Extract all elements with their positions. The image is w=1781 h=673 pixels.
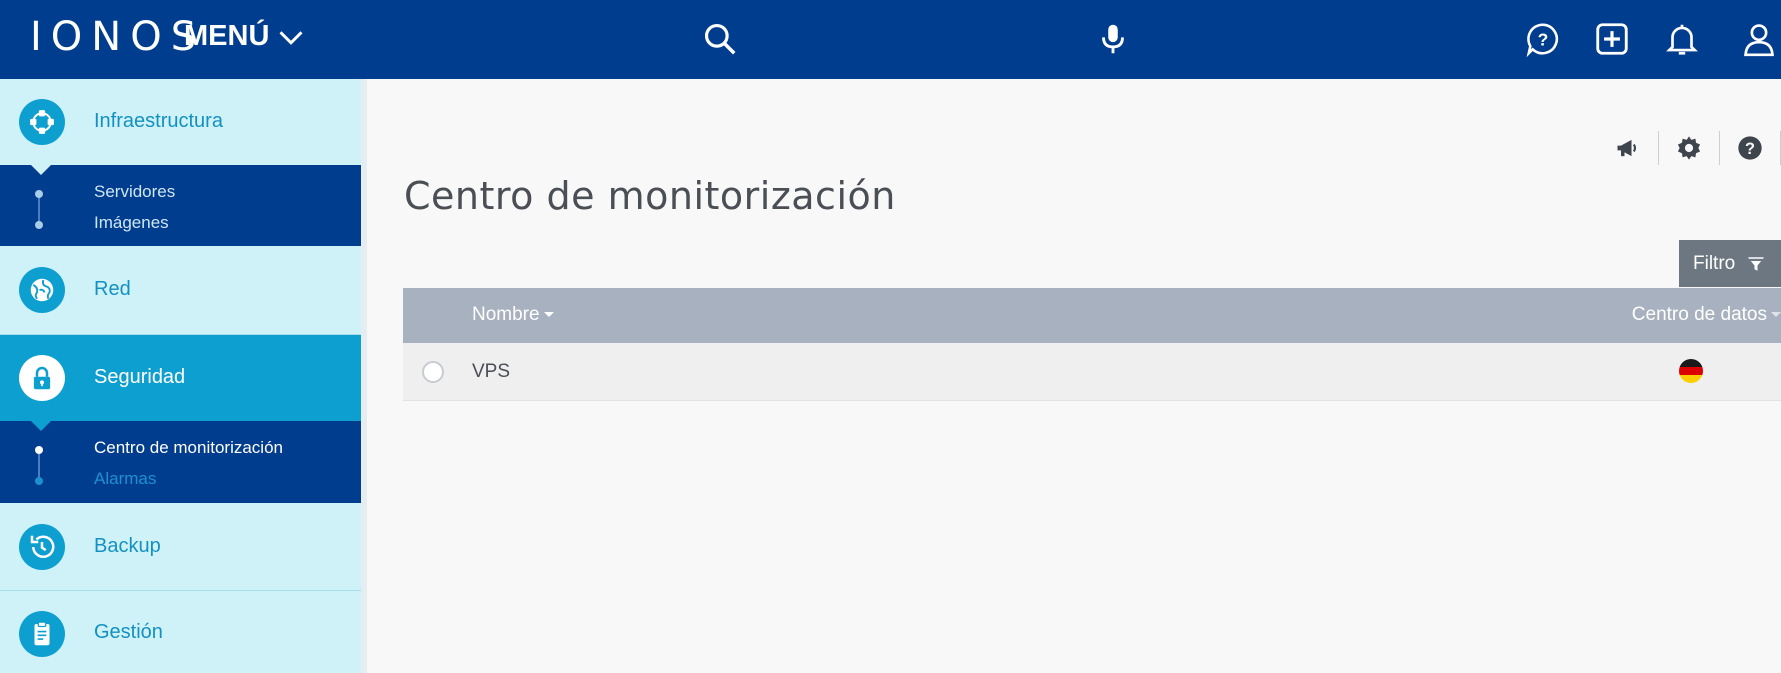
sidebar-item-label: Gestión bbox=[94, 621, 163, 643]
sidebar-item-infraestructura[interactable]: Infraestructura bbox=[0, 79, 361, 175]
add-icon[interactable] bbox=[1590, 17, 1634, 61]
germany-flag-icon bbox=[1679, 359, 1703, 383]
submenu-bullet bbox=[35, 446, 43, 454]
row-name: VPS bbox=[472, 361, 511, 382]
top-navigation-bar: IONOS MENÚ ? bbox=[0, 0, 1781, 79]
sidebar-item-label: Seguridad bbox=[94, 366, 186, 388]
table-header: Nombre Centro de datos bbox=[403, 288, 1781, 343]
column-header-nombre[interactable]: Nombre bbox=[472, 304, 554, 326]
active-indicator-notch bbox=[31, 421, 51, 431]
lock-icon bbox=[19, 355, 65, 401]
sort-caret-icon bbox=[543, 312, 554, 318]
column-header-label: Nombre bbox=[472, 304, 540, 325]
svg-text:?: ? bbox=[1538, 29, 1549, 49]
page-tool-icons: ? bbox=[1598, 128, 1781, 168]
clipboard-icon bbox=[19, 611, 65, 657]
infraestructura-submenu: Servidores Imágenes bbox=[0, 165, 361, 246]
sort-caret-icon bbox=[1771, 312, 1781, 318]
resource-table: Nombre Centro de datos VPS bbox=[403, 288, 1781, 401]
column-header-label: Centro de datos bbox=[1631, 304, 1767, 325]
submenu-item-servidores[interactable]: Servidores bbox=[94, 182, 175, 202]
sidebar-item-label: Infraestructura bbox=[94, 110, 223, 132]
submenu-item-centro-de-monitorizacion[interactable]: Centro de monitorización bbox=[94, 438, 283, 458]
sidebar-item-label: Red bbox=[94, 278, 131, 300]
megaphone-icon[interactable] bbox=[1598, 128, 1658, 168]
sidebar-divider bbox=[361, 79, 367, 673]
active-indicator-notch bbox=[31, 165, 51, 175]
ionos-logo[interactable]: IONOS bbox=[30, 14, 205, 60]
table-row[interactable]: VPS bbox=[403, 343, 1781, 401]
help-chat-icon[interactable]: ? bbox=[1521, 17, 1565, 61]
page-title: Centro de monitorización bbox=[404, 174, 896, 218]
help-icon[interactable]: ? bbox=[1720, 128, 1780, 168]
column-header-centro-de-datos[interactable]: Centro de datos bbox=[1632, 304, 1781, 326]
sidebar-item-seguridad[interactable]: Seguridad bbox=[0, 335, 361, 431]
submenu-item-alarmas[interactable]: Alarmas bbox=[94, 469, 156, 489]
filter-label: Filtro bbox=[1693, 252, 1736, 274]
svg-text:?: ? bbox=[1745, 140, 1755, 158]
row-select-radio[interactable] bbox=[422, 361, 444, 383]
sidebar-item-red[interactable]: Red bbox=[0, 246, 361, 334]
submenu-bullet bbox=[35, 221, 43, 229]
filter-button[interactable]: Filtro bbox=[1679, 240, 1781, 287]
submenu-item-imagenes[interactable]: Imágenes bbox=[94, 213, 169, 233]
menu-button[interactable]: MENÚ bbox=[184, 20, 305, 53]
user-icon[interactable] bbox=[1737, 17, 1781, 61]
filter-funnel-icon bbox=[1748, 256, 1764, 271]
search-icon[interactable] bbox=[698, 17, 742, 61]
menu-label: MENÚ bbox=[184, 20, 270, 52]
submenu-bullet bbox=[35, 477, 43, 485]
submenu-bullet bbox=[35, 190, 43, 198]
bell-icon[interactable] bbox=[1660, 17, 1704, 61]
microphone-icon[interactable] bbox=[1091, 17, 1135, 61]
seguridad-submenu: Centro de monitorización Alarmas bbox=[0, 421, 361, 503]
network-nodes-icon bbox=[19, 99, 65, 145]
sidebar-item-backup[interactable]: Backup bbox=[0, 503, 361, 590]
sidebar-item-gestion[interactable]: Gestión bbox=[0, 591, 361, 673]
chevron-down-icon bbox=[279, 30, 303, 45]
history-clock-icon bbox=[19, 524, 65, 570]
sidebar-item-label: Backup bbox=[94, 535, 161, 557]
gear-icon[interactable] bbox=[1659, 128, 1719, 168]
globe-icon bbox=[19, 267, 65, 313]
